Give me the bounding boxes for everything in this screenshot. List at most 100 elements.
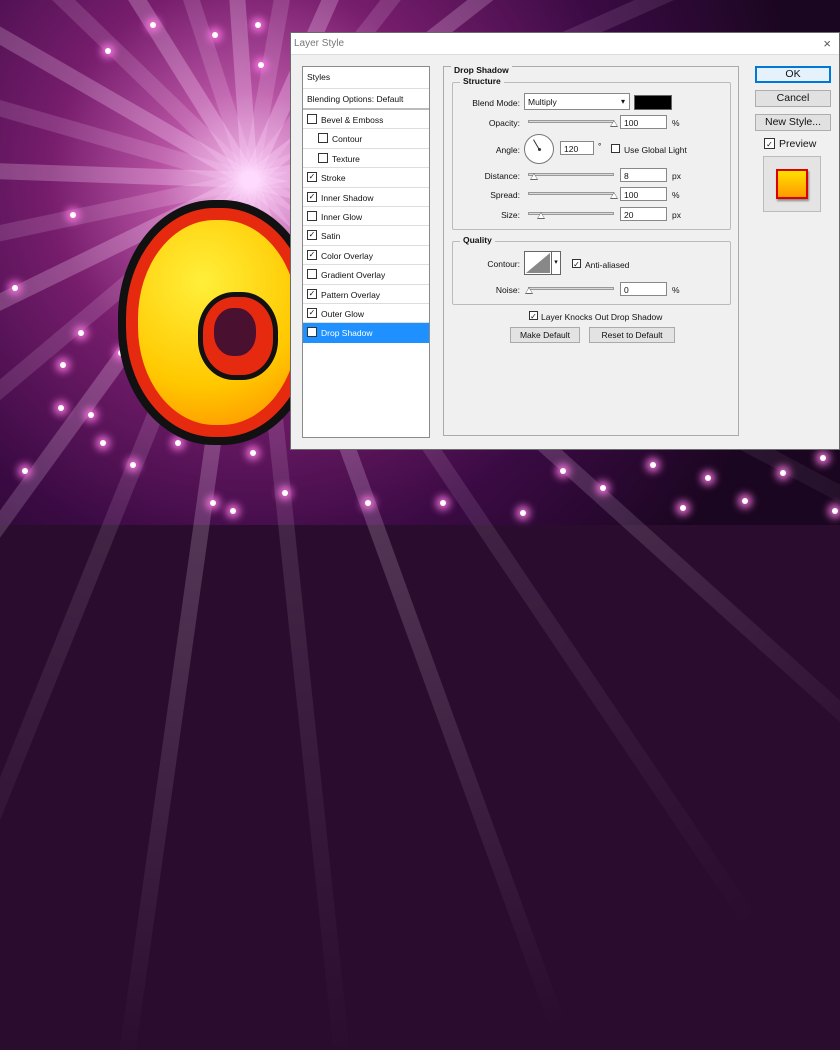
- preview-label: Preview: [779, 138, 817, 150]
- size-slider-handle[interactable]: [537, 212, 545, 219]
- distance-slider[interactable]: [528, 173, 614, 176]
- size-unit: px: [672, 210, 681, 220]
- dialog-titlebar: Layer Style ×: [291, 33, 839, 55]
- style-checkbox[interactable]: [318, 152, 328, 163]
- style-item-label: Stroke: [321, 173, 346, 184]
- styles-header[interactable]: Styles: [303, 67, 429, 89]
- sparkle: [88, 412, 94, 418]
- sparkle: [12, 285, 18, 291]
- opacity-slider-handle[interactable]: [610, 120, 618, 127]
- style-item-label: Inner Glow: [321, 211, 363, 222]
- style-item-gradient-overlay[interactable]: Gradient Overlay: [303, 265, 429, 285]
- style-checkbox[interactable]: ✓: [307, 191, 317, 202]
- style-preview: [763, 156, 821, 212]
- new-style-button[interactable]: New Style...: [755, 114, 831, 131]
- blend-mode-select[interactable]: Multiply ▾: [524, 93, 630, 110]
- style-checkbox[interactable]: ✓: [307, 327, 317, 338]
- distance-field[interactable]: 8: [620, 168, 667, 182]
- distance-unit: px: [672, 171, 681, 181]
- styles-list: Styles Blending Options: Default Bevel &…: [302, 66, 430, 438]
- reset-to-default-button[interactable]: Reset to Default: [589, 327, 675, 343]
- style-checkbox[interactable]: [318, 133, 328, 144]
- sparkle: [258, 62, 264, 68]
- distance-slider-handle[interactable]: [530, 173, 538, 180]
- style-item-contour[interactable]: Contour: [303, 129, 429, 149]
- opacity-label: Opacity:: [488, 118, 520, 128]
- sparkle: [780, 470, 786, 476]
- style-item-label: Pattern Overlay: [321, 289, 381, 300]
- style-item-inner-shadow[interactable]: ✓ Inner Shadow: [303, 188, 429, 207]
- noise-slider-handle[interactable]: [525, 287, 533, 294]
- style-item-label: Gradient Overlay: [321, 270, 386, 281]
- spread-label: Spread:: [490, 190, 520, 200]
- spread-field[interactable]: 100: [620, 187, 667, 201]
- style-checkbox[interactable]: ✓: [307, 307, 317, 318]
- make-default-button[interactable]: Make Default: [510, 327, 580, 343]
- ok-button[interactable]: OK: [755, 66, 831, 83]
- close-icon[interactable]: ×: [823, 36, 831, 51]
- sparkle: [210, 500, 216, 506]
- spread-slider-handle[interactable]: [610, 192, 618, 199]
- cancel-button[interactable]: Cancel: [755, 90, 831, 107]
- style-checkbox[interactable]: ✓: [307, 288, 317, 299]
- angle-unit: °: [598, 141, 602, 151]
- style-checkbox[interactable]: ✓: [307, 172, 317, 183]
- opacity-field[interactable]: 100: [620, 115, 667, 129]
- style-item-stroke[interactable]: ✓ Stroke: [303, 168, 429, 188]
- style-item-label: Satin: [321, 231, 341, 242]
- style-checkbox[interactable]: [307, 269, 317, 280]
- style-item-texture[interactable]: Texture: [303, 149, 429, 169]
- style-item-label: Texture: [332, 153, 360, 164]
- text-effect-artwork: [118, 200, 318, 445]
- spread-slider[interactable]: [528, 192, 614, 195]
- structure-title: Structure: [460, 76, 504, 86]
- size-field[interactable]: 20: [620, 207, 667, 221]
- blending-options-label: Blending Options: Default: [307, 94, 404, 104]
- opacity-unit: %: [672, 118, 680, 128]
- anti-aliased-checkbox[interactable]: ✓: [572, 259, 581, 269]
- blend-mode-label: Blend Mode:: [472, 98, 520, 108]
- style-checkbox[interactable]: [307, 210, 317, 221]
- style-item-label: Contour: [332, 134, 363, 145]
- sparkle: [560, 468, 566, 474]
- shadow-color-swatch[interactable]: [634, 95, 672, 110]
- style-item-outer-glow[interactable]: ✓ Outer Glow: [303, 304, 429, 324]
- sparkle: [520, 510, 526, 516]
- angle-dial[interactable]: [524, 134, 554, 164]
- style-item-pattern-overlay[interactable]: ✓ Pattern Overlay: [303, 285, 429, 304]
- sparkle: [832, 508, 838, 514]
- global-light-checkbox[interactable]: [611, 144, 620, 153]
- style-checkbox[interactable]: [307, 114, 317, 124]
- dialog-title: Layer Style: [294, 38, 345, 49]
- style-item-satin[interactable]: ✓ Satin: [303, 226, 429, 246]
- noise-field[interactable]: 0: [620, 282, 667, 296]
- styles-header-label: Styles: [307, 72, 331, 82]
- style-checkbox[interactable]: ✓: [307, 249, 317, 260]
- anti-aliased-label: Anti-aliased: [585, 260, 630, 270]
- sparkle: [58, 405, 64, 411]
- opacity-slider[interactable]: [528, 120, 614, 123]
- noise-slider[interactable]: [528, 287, 614, 290]
- style-checkbox[interactable]: ✓: [307, 230, 317, 241]
- sparkle: [680, 505, 686, 511]
- sparkle: [600, 485, 606, 491]
- layer-style-dialog: Layer Style × Styles Blending Options: D…: [290, 32, 840, 450]
- sparkle: [650, 462, 656, 468]
- sparkle: [250, 450, 256, 456]
- style-item-color-overlay[interactable]: ✓ Color Overlay: [303, 246, 429, 266]
- chevron-down-icon[interactable]: ▾: [552, 251, 561, 275]
- sparkle: [820, 455, 826, 461]
- angle-field[interactable]: 120: [560, 141, 594, 155]
- style-item-label: Drop Shadow: [321, 328, 373, 339]
- sparkle: [60, 362, 66, 368]
- style-item-drop-shadow[interactable]: ✓ Drop Shadow: [303, 323, 429, 343]
- blending-options-item[interactable]: Blending Options: Default: [303, 89, 429, 110]
- knockout-checkbox[interactable]: ✓: [529, 311, 538, 321]
- sparkle: [440, 500, 446, 506]
- style-item-inner-glow[interactable]: Inner Glow: [303, 207, 429, 227]
- style-item-bevel-emboss[interactable]: Bevel & Emboss: [303, 110, 429, 130]
- sparkle: [150, 22, 156, 28]
- contour-preview[interactable]: [524, 251, 552, 275]
- preview-swatch: [776, 169, 808, 199]
- preview-checkbox[interactable]: ✓: [764, 138, 775, 149]
